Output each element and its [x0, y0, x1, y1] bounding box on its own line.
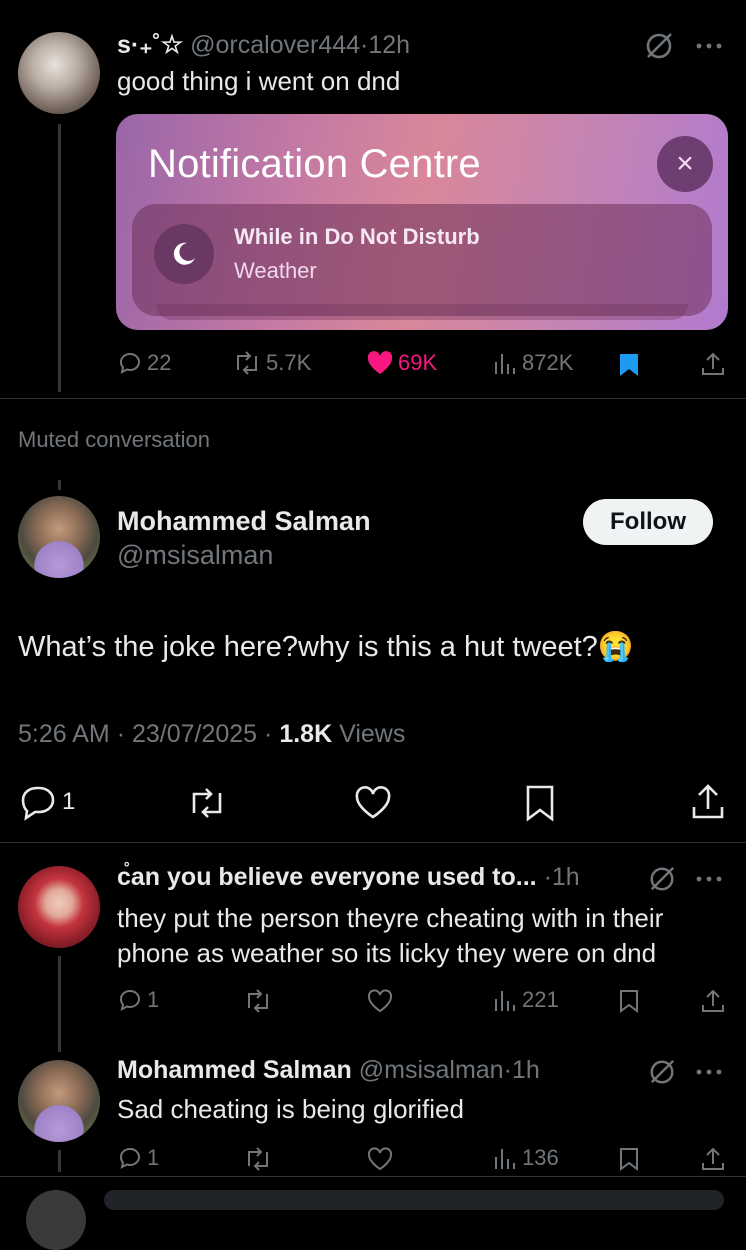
notification-line2: Weather [234, 258, 317, 283]
like-icon[interactable] [366, 988, 394, 1014]
post1-time[interactable]: 12h [368, 31, 410, 59]
separator: · [543, 863, 552, 891]
like-icon [366, 350, 394, 376]
reply-composer-partial[interactable] [104, 1190, 724, 1210]
repost-icon[interactable] [243, 1146, 273, 1172]
thread-line [58, 956, 61, 1052]
post1-like-count: 69K [398, 350, 438, 375]
bookmark-icon[interactable] [524, 784, 556, 822]
repost-icon [232, 350, 262, 376]
grok-icon[interactable] [648, 865, 676, 893]
reply-icon [18, 783, 58, 821]
post1-text: good thing i went on dnd [117, 66, 401, 96]
bookmark-icon[interactable] [618, 988, 640, 1014]
reply2-reply-count: 1 [147, 1145, 160, 1170]
moon-icon [154, 224, 214, 284]
repost-icon[interactable] [243, 988, 273, 1014]
post1-repost-button[interactable]: 5.7K [232, 350, 311, 376]
thread-line [58, 1150, 61, 1172]
reply1-views-button[interactable]: 221 [492, 987, 559, 1013]
post1-reply-count: 22 [147, 350, 172, 375]
main-post-views-label: Views [339, 720, 406, 748]
avatar-msisalman[interactable] [18, 496, 100, 578]
avatar-orcalover[interactable] [18, 32, 100, 114]
post1-reply-button[interactable]: 22 [117, 350, 171, 376]
close-icon: × [657, 136, 713, 192]
notification-line1: While in Do Not Disturb [234, 224, 480, 249]
thread-line [58, 124, 61, 392]
reply1-text: they put the person theyre cheating with… [117, 901, 663, 971]
reply1-text-line2: phone as weather so its licky they were … [117, 938, 657, 968]
views-icon [492, 987, 518, 1013]
grok-icon[interactable] [648, 1058, 676, 1086]
reply1-text-line1: they put the person theyre cheating with… [117, 903, 664, 933]
main-post-display-name[interactable]: Mohammed Salman [117, 506, 371, 537]
post1-header: s·₊˚☆ @orcalover444·12h [117, 30, 410, 60]
main-post-time: 5:26 AM [18, 720, 110, 748]
muted-conversation-label: Muted conversation [18, 427, 210, 452]
separator: · [264, 720, 273, 748]
divider [0, 1176, 746, 1177]
reply-icon [117, 987, 143, 1013]
reply2-header: Mohammed Salman @msisalman·1h [117, 1056, 540, 1085]
reply2-text: Sad cheating is being glorified [117, 1094, 464, 1124]
like-icon[interactable] [366, 1146, 394, 1172]
main-reply-button[interactable]: 1 [18, 783, 75, 821]
follow-button[interactable]: Follow [583, 499, 713, 545]
views-icon [492, 350, 518, 376]
reply1-views-count: 221 [522, 987, 559, 1012]
main-post-meta: 5:26 AM · 23/07/2025 · 1.8K Views [18, 720, 405, 749]
post1-views-button[interactable]: 872K [492, 350, 573, 376]
separator: · [503, 1056, 512, 1084]
views-icon [492, 1145, 518, 1171]
reply1-header: c̊an you believe everyone used to... ·1h [117, 863, 580, 892]
reply1-reply-button[interactable]: 1 [117, 987, 159, 1013]
reply1-reply-count: 1 [147, 987, 160, 1012]
reply1-time[interactable]: 1h [552, 863, 580, 891]
avatar-reply1[interactable] [18, 866, 100, 948]
repost-icon[interactable] [186, 785, 228, 821]
reply2-time[interactable]: 1h [512, 1056, 540, 1084]
main-post-text: What’s the joke here?why is this a hut t… [18, 631, 634, 663]
reply1-display-name[interactable]: c̊an you believe everyone used to... [117, 863, 537, 891]
post1-image-notification[interactable]: Notification Centre × While in Do Not Di… [116, 114, 728, 330]
notification-card: While in Do Not Disturb Weather [132, 204, 712, 316]
bookmark-icon[interactable] [618, 1146, 640, 1172]
reply2-reply-button[interactable]: 1 [117, 1145, 159, 1171]
more-icon[interactable] [696, 1068, 722, 1076]
main-reply-count: 1 [62, 788, 76, 815]
post1-views-count: 872K [522, 350, 574, 375]
notification-title: Notification Centre [148, 142, 481, 186]
post1-handle[interactable]: @orcalover444 [190, 31, 360, 59]
reply-icon [117, 350, 143, 376]
reply-icon [117, 1145, 143, 1171]
reply2-views-count: 136 [522, 1145, 559, 1170]
like-icon[interactable] [353, 785, 393, 821]
share-icon[interactable] [690, 783, 726, 821]
reply2-views-button[interactable]: 136 [492, 1145, 559, 1171]
post1-repost-count: 5.7K [266, 350, 312, 375]
main-post-views-count[interactable]: 1.8K [279, 720, 332, 748]
thread-line [58, 480, 61, 490]
more-icon[interactable] [696, 42, 722, 50]
main-post-handle[interactable]: @msisalman [117, 540, 273, 571]
post1-display-name[interactable]: s·₊˚☆ [117, 31, 183, 59]
share-icon[interactable] [700, 988, 726, 1014]
divider [0, 842, 746, 843]
grok-icon[interactable] [644, 31, 674, 61]
share-icon[interactable] [700, 351, 726, 377]
reply2-display-name[interactable]: Mohammed Salman [117, 1056, 352, 1084]
more-icon[interactable] [696, 875, 722, 883]
bookmark-icon[interactable] [618, 352, 640, 378]
main-post-date: 23/07/2025 [131, 720, 258, 748]
share-icon[interactable] [700, 1146, 726, 1172]
reply2-handle[interactable]: @msisalman [359, 1056, 504, 1084]
avatar-composer-partial [26, 1190, 86, 1250]
separator: · [116, 720, 126, 748]
avatar-msisalman-reply[interactable] [18, 1060, 100, 1142]
divider [0, 398, 746, 399]
post1-like-button[interactable]: 69K [366, 350, 437, 376]
